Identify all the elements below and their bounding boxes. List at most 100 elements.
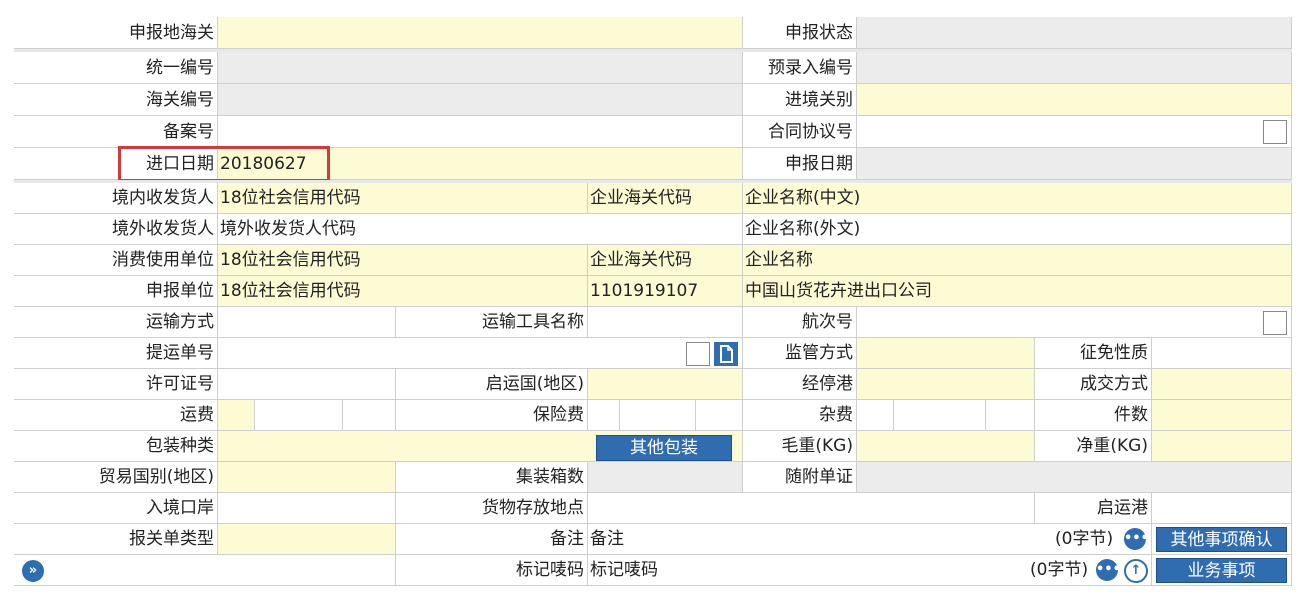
domestic-consignee-code-input[interactable]: 18位社会信用代码 [218, 183, 588, 214]
business-matters-button[interactable]: 业务事项 [1156, 558, 1287, 583]
label-container-count: 集装箱数 [396, 462, 588, 493]
insurance-currency-input[interactable] [696, 400, 743, 431]
departure-country-input[interactable] [588, 369, 743, 400]
entry-port-input[interactable] [857, 84, 1292, 116]
remarks-more-icon[interactable]: ••• [1124, 528, 1149, 550]
domestic-consignee-customs-code-input[interactable]: 企业海关代码 [588, 183, 743, 214]
insurance-mark-input[interactable] [588, 400, 620, 431]
marks-byte-count: (0字节) [1030, 560, 1089, 580]
gross-weight-input[interactable] [857, 431, 1035, 462]
freight-currency-input[interactable] [343, 400, 396, 431]
label-transaction-mode: 成交方式 [1035, 369, 1152, 400]
bill-no-input[interactable] [218, 338, 743, 369]
label-entry-port: 进境关别 [743, 84, 857, 116]
misc-rate-input[interactable] [894, 400, 986, 431]
consumer-unit-customs-code-input[interactable]: 企业海关代码 [588, 245, 743, 276]
label-supervision-mode: 监管方式 [743, 338, 857, 369]
voyage-checkbox[interactable] [1263, 311, 1287, 335]
declare-status-field [857, 17, 1292, 49]
label-consumer-unit: 消费使用单位 [14, 245, 218, 276]
marks-more-icon[interactable]: ••• [1096, 559, 1121, 581]
other-matters-confirm-button[interactable]: 其他事项确认 [1156, 527, 1287, 552]
label-transport-mode: 运输方式 [14, 307, 218, 338]
label-freight: 运费 [14, 400, 218, 431]
declaring-unit-code-input[interactable]: 18位社会信用代码 [218, 276, 588, 307]
label-departure-country: 启运国(地区) [396, 369, 588, 400]
label-storage-location: 货物存放地点 [396, 493, 588, 524]
container-count-field [588, 462, 743, 493]
label-pieces: 件数 [1035, 400, 1152, 431]
label-entry-port: 入境口岸 [14, 493, 218, 524]
unified-no-field [218, 52, 743, 84]
label-gross-weight: 毛重(KG) [743, 431, 857, 462]
label-customs-no: 海关编号 [14, 84, 218, 116]
domestic-consignee-name-input[interactable]: 企业名称(中文) [743, 183, 1292, 214]
departure-port-input[interactable] [1152, 493, 1292, 524]
label-record-no: 备案号 [14, 116, 218, 148]
record-no-input[interactable] [218, 116, 743, 148]
customs-no-field [218, 84, 743, 116]
label-package-type: 包装种类 [14, 431, 218, 462]
license-no-input[interactable] [218, 369, 396, 400]
net-weight-input[interactable] [1152, 431, 1292, 462]
label-declaring-unit: 申报单位 [14, 276, 218, 307]
trade-country-input[interactable] [218, 462, 396, 493]
declare-customs-input[interactable] [218, 17, 743, 49]
label-insurance: 保险费 [396, 400, 588, 431]
declaration-type-input[interactable] [218, 524, 396, 555]
insurance-rate-input[interactable] [620, 400, 696, 431]
label-voyage-no: 航次号 [743, 307, 857, 338]
vehicle-name-input[interactable] [588, 307, 743, 338]
label-stop-port: 经停港 [743, 369, 857, 400]
misc-mark-input[interactable] [857, 400, 894, 431]
contract-checkbox[interactable] [1263, 120, 1287, 144]
contract-no-input[interactable] [857, 116, 1292, 148]
storage-location-input[interactable] [588, 493, 1035, 524]
label-net-weight: 净重(KG) [1035, 431, 1152, 462]
misc-currency-input[interactable] [986, 400, 1035, 431]
expand-icon[interactable]: » [22, 560, 44, 582]
label-bill-no: 提运单号 [14, 338, 218, 369]
transport-mode-input[interactable] [218, 307, 396, 338]
other-packaging-button[interactable]: 其他包装 [596, 435, 732, 461]
bill-checkbox[interactable] [686, 342, 710, 366]
label-marks: 标记唛码 [396, 555, 588, 586]
label-domestic-consignee: 境内收发货人 [14, 183, 218, 214]
declaring-unit-customs-code-input[interactable]: 1101919107 [588, 276, 743, 307]
consumer-unit-name-input[interactable]: 企业名称 [743, 245, 1292, 276]
upload-icon[interactable]: ↑ [1124, 559, 1148, 583]
label-declaration-type: 报关单类型 [14, 524, 218, 555]
pieces-input[interactable] [1152, 400, 1292, 431]
label-remarks: 备注 [396, 524, 588, 555]
attached-docs-field [857, 462, 1292, 493]
label-declare-status: 申报状态 [743, 17, 857, 49]
label-unified-no: 统一编号 [14, 52, 218, 84]
freight-rate-input[interactable] [255, 400, 343, 431]
pre-entry-no-field [857, 52, 1292, 84]
overseas-consignee-code-input[interactable]: 境外收发货人代码 [218, 214, 743, 245]
label-departure-port: 启运港 [1035, 493, 1152, 524]
consumer-unit-code-input[interactable]: 18位社会信用代码 [218, 245, 588, 276]
stop-port-input[interactable] [857, 369, 1035, 400]
freight-mark-input[interactable] [218, 400, 255, 431]
voyage-no-input[interactable] [857, 307, 1292, 338]
exemption-nature-input[interactable] [1152, 338, 1292, 369]
label-vehicle-name: 运输工具名称 [396, 307, 588, 338]
label-attached-docs: 随附单证 [743, 462, 857, 493]
transaction-mode-input[interactable] [1152, 369, 1292, 400]
supervision-mode-input[interactable] [857, 338, 1035, 369]
label-exemption-nature: 征免性质 [1035, 338, 1152, 369]
remarks-byte-count: (0字节) [1055, 529, 1114, 549]
label-pre-entry-no: 预录入编号 [743, 52, 857, 84]
label-overseas-consignee: 境外收发货人 [14, 214, 218, 245]
overseas-consignee-name-input[interactable]: 企业名称(外文) [743, 214, 1292, 245]
label-misc-fee: 杂费 [743, 400, 857, 431]
highlight-box [118, 146, 330, 182]
label-license-no: 许可证号 [14, 369, 218, 400]
doc-icon[interactable] [714, 342, 738, 366]
declaring-unit-name-input[interactable]: 中国山货花卉进出口公司 [743, 276, 1292, 307]
label-declare-date: 申报日期 [743, 148, 857, 180]
label-declare-customs: 申报地海关 [14, 17, 218, 49]
expand-cell [14, 555, 396, 586]
entry-port-input[interactable] [218, 493, 396, 524]
